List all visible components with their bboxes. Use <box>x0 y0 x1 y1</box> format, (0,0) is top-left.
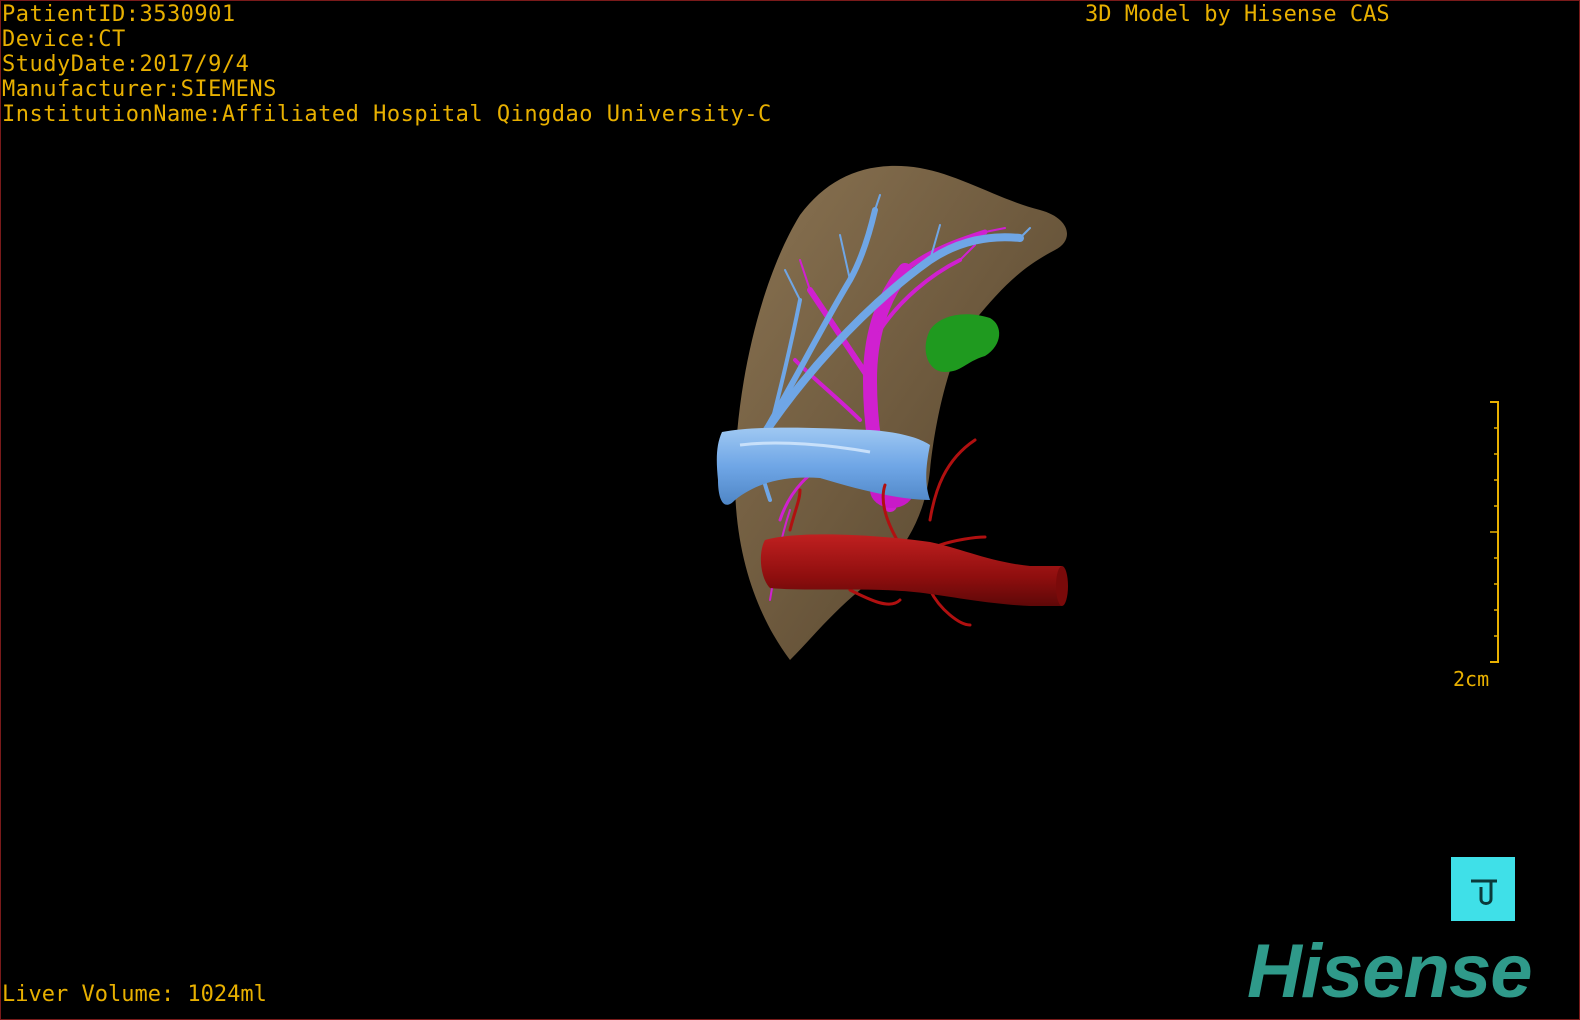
liver-volume-text: Liver Volume: 1024ml <box>2 982 267 1007</box>
liver-3d-model[interactable] <box>0 0 1580 1020</box>
scale-bar-label: 2cm <box>1453 667 1490 691</box>
scale-bar <box>1490 401 1499 663</box>
orientation-cube-icon[interactable] <box>1451 857 1515 921</box>
hisense-logo: Hisense <box>1247 929 1532 1014</box>
